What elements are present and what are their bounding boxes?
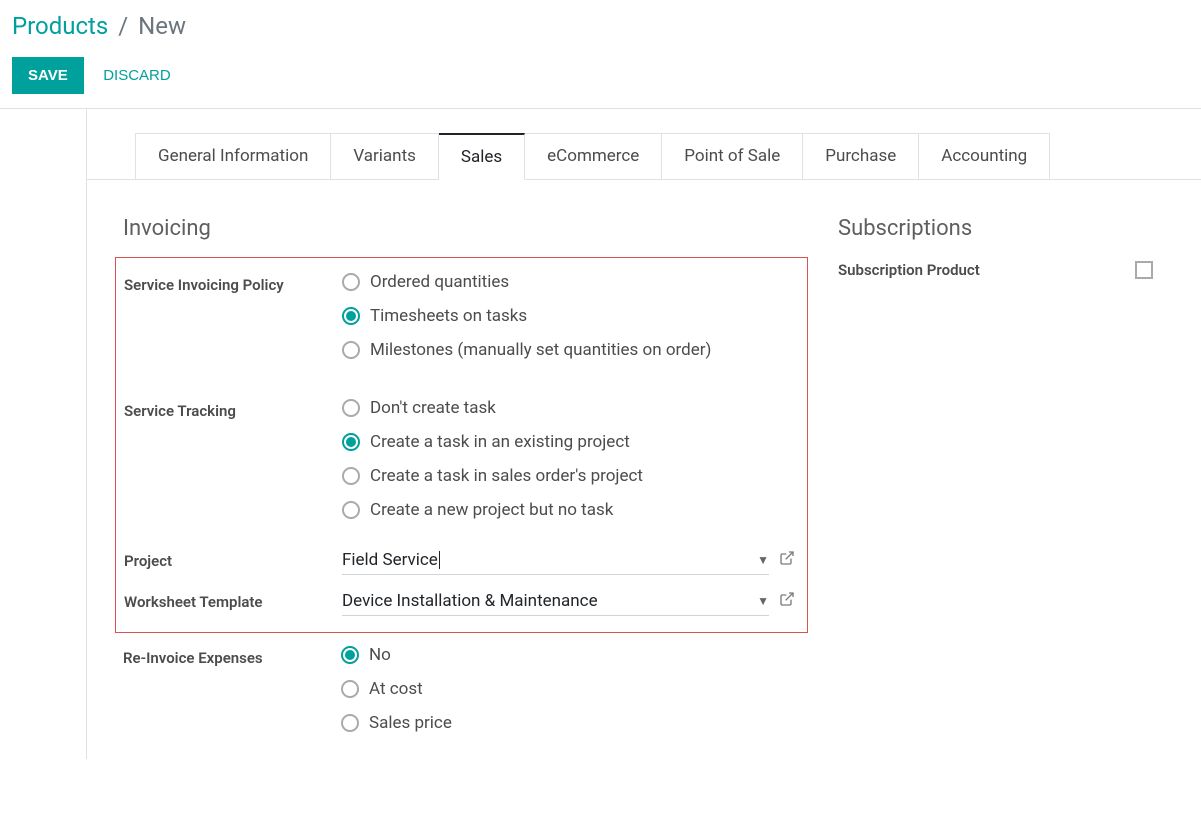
form-body: Invoicing Service Invoicing Policy Order…: [87, 180, 1201, 759]
radio-timesheets-on-tasks[interactable]: Timesheets on tasks: [342, 306, 795, 326]
label-reinvoice-expenses: Re-Invoice Expenses: [123, 643, 341, 670]
radio-icon: [342, 467, 360, 485]
external-link-icon[interactable]: [779, 591, 795, 611]
breadcrumb-separator: /: [118, 12, 128, 40]
row-service-tracking: Service Tracking Don't create task Creat…: [124, 390, 795, 526]
radio-ordered-quantities[interactable]: Ordered quantities: [342, 272, 795, 292]
tab-sales[interactable]: Sales: [439, 133, 525, 180]
radio-label: At cost: [369, 679, 423, 699]
radio-reinvoice-sales-price[interactable]: Sales price: [341, 713, 808, 733]
radio-icon: [342, 399, 360, 417]
tab-variants[interactable]: Variants: [331, 133, 439, 180]
radio-label: Ordered quantities: [370, 272, 509, 292]
breadcrumb-root[interactable]: Products: [12, 12, 108, 40]
invoicing-title: Invoicing: [115, 216, 808, 241]
radio-label: Create a task in an existing project: [370, 432, 630, 452]
radio-label: Don't create task: [370, 398, 496, 418]
chevron-down-icon: ▼: [757, 553, 769, 567]
tab-accounting[interactable]: Accounting: [919, 133, 1050, 180]
label-project: Project: [124, 546, 342, 573]
project-select[interactable]: Field Service ▼: [342, 546, 769, 575]
radio-group-service-tracking: Don't create task Create a task in an ex…: [342, 396, 795, 520]
column-right: Subscriptions Subscription Product: [838, 216, 1153, 739]
radio-icon: [342, 273, 360, 291]
radio-create-task-sales-order-project[interactable]: Create a task in sales order's project: [342, 466, 795, 486]
radio-icon: [342, 341, 360, 359]
radio-reinvoice-no[interactable]: No: [341, 645, 808, 665]
row-subscription-product: Subscription Product: [838, 257, 1153, 283]
radio-icon: [341, 646, 359, 664]
left-gutter: [0, 109, 86, 759]
worksheet-template-value: Device Installation & Maintenance: [342, 591, 598, 611]
external-link-icon[interactable]: [779, 550, 795, 570]
label-service-invoicing-policy: Service Invoicing Policy: [124, 270, 342, 297]
radio-icon: [341, 680, 359, 698]
radio-icon: [342, 433, 360, 451]
row-service-invoicing-policy: Service Invoicing Policy Ordered quantit…: [124, 264, 795, 366]
radio-label: Create a new project but no task: [370, 500, 613, 520]
tab-point-of-sale[interactable]: Point of Sale: [662, 133, 803, 180]
breadcrumb-bar: Products / New: [0, 0, 1201, 47]
radio-icon: [341, 714, 359, 732]
radio-label: No: [369, 645, 391, 665]
radio-icon: [342, 307, 360, 325]
breadcrumb-current: New: [138, 12, 186, 40]
radio-reinvoice-at-cost[interactable]: At cost: [341, 679, 808, 699]
label-worksheet-template: Worksheet Template: [124, 587, 342, 614]
tabs: General Information Variants Sales eComm…: [135, 133, 1201, 180]
row-worksheet-template: Worksheet Template Device Installation &…: [124, 581, 795, 622]
label-subscription-product: Subscription Product: [838, 261, 980, 279]
radio-label: Create a task in sales order's project: [370, 466, 643, 486]
subscriptions-title: Subscriptions: [838, 216, 1153, 241]
breadcrumb: Products / New: [12, 12, 1189, 41]
radio-label: Timesheets on tasks: [370, 306, 527, 326]
radio-label: Sales price: [369, 713, 452, 733]
radio-create-task-existing-project[interactable]: Create a task in an existing project: [342, 432, 795, 452]
action-bar: SAVE DISCARD: [0, 47, 1201, 108]
radio-group-service-invoicing-policy: Ordered quantities Timesheets on tasks M…: [342, 270, 795, 360]
row-reinvoice-expenses: Re-Invoice Expenses No At cost Sales: [115, 633, 808, 739]
radio-label: Milestones (manually set quantities on o…: [370, 340, 711, 360]
radio-icon: [342, 501, 360, 519]
radio-dont-create-task[interactable]: Don't create task: [342, 398, 795, 418]
project-value: Field Service: [342, 550, 440, 570]
subscription-product-checkbox[interactable]: [1135, 261, 1153, 279]
tab-ecommerce[interactable]: eCommerce: [525, 133, 662, 180]
worksheet-template-select[interactable]: Device Installation & Maintenance ▼: [342, 587, 769, 616]
tab-general-information[interactable]: General Information: [135, 133, 331, 180]
content-panel: General Information Variants Sales eComm…: [86, 109, 1201, 759]
radio-milestones[interactable]: Milestones (manually set quantities on o…: [342, 340, 795, 360]
discard-button[interactable]: DISCARD: [87, 57, 187, 94]
radio-group-reinvoice: No At cost Sales price: [341, 643, 808, 733]
radio-create-new-project-no-task[interactable]: Create a new project but no task: [342, 500, 795, 520]
highlight-box: Service Invoicing Policy Ordered quantit…: [115, 257, 808, 633]
label-service-tracking: Service Tracking: [124, 396, 342, 423]
main-area: General Information Variants Sales eComm…: [0, 109, 1201, 759]
chevron-down-icon: ▼: [757, 594, 769, 608]
tab-purchase[interactable]: Purchase: [803, 133, 919, 180]
save-button[interactable]: SAVE: [12, 57, 84, 94]
row-project: Project Field Service ▼: [124, 540, 795, 581]
column-left: Invoicing Service Invoicing Policy Order…: [115, 216, 808, 739]
